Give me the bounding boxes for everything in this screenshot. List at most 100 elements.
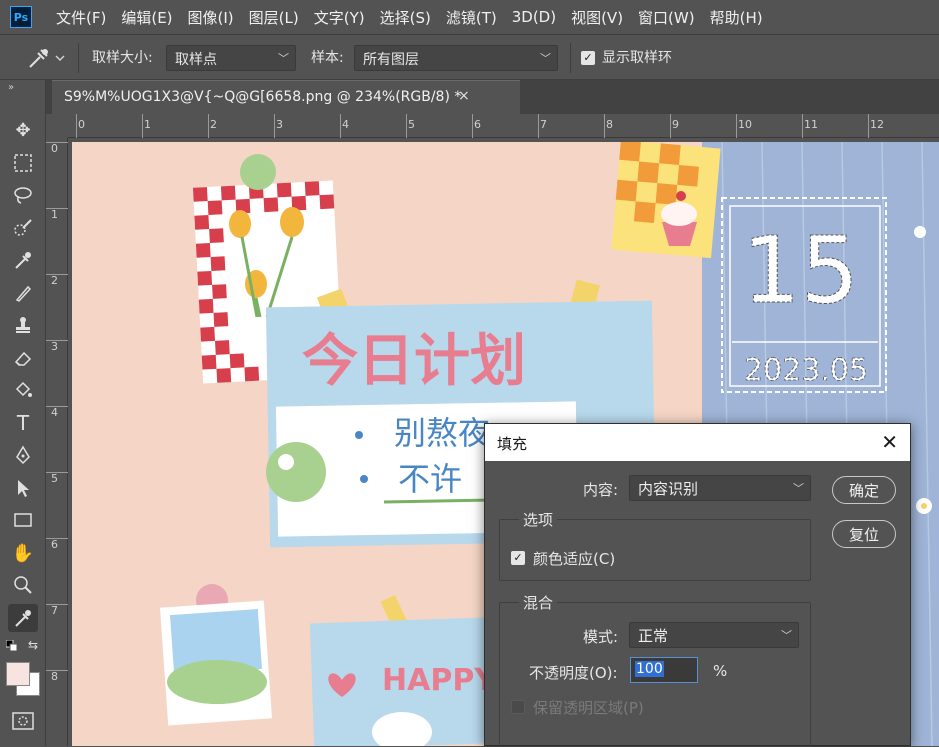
ok-button[interactable]: 确定 bbox=[832, 476, 896, 504]
ruler-label: 8 bbox=[51, 670, 58, 683]
ruler-label: 8 bbox=[606, 118, 613, 131]
ruler-label: 5 bbox=[51, 472, 58, 485]
ruler-label: 1 bbox=[51, 208, 58, 221]
quick-select-tool-icon[interactable] bbox=[8, 214, 38, 242]
path-select-tool-icon[interactable] bbox=[8, 474, 38, 502]
swap-colors-icon[interactable]: ⇆ bbox=[28, 638, 38, 652]
ruler-label: 7 bbox=[540, 118, 547, 131]
paint-bucket-tool-icon[interactable] bbox=[8, 376, 38, 404]
eyedropper-active-tool-icon[interactable] bbox=[8, 604, 38, 632]
blend-group-title: 混合 bbox=[519, 592, 558, 613]
opacity-label: 不透明度(O): bbox=[529, 664, 618, 682]
ruler-label: 11 bbox=[804, 118, 818, 131]
menu-select[interactable]: 选择(S) bbox=[380, 7, 431, 28]
content-select[interactable]: 内容识别 ﹀ bbox=[629, 475, 811, 501]
menu-3d[interactable]: 3D(D) bbox=[512, 8, 556, 26]
tools-panel: » ✥ T ✋ ⇆ bbox=[0, 80, 46, 746]
sample-size-value: 取样点 bbox=[175, 52, 217, 68]
chevron-down-icon: ﹀ bbox=[540, 52, 551, 65]
ruler-label: 12 bbox=[870, 118, 884, 131]
type-tool-icon[interactable]: T bbox=[8, 409, 38, 437]
ruler-label: 4 bbox=[51, 406, 58, 419]
foreground-color-swatch[interactable] bbox=[6, 662, 30, 686]
color-adapt-checkbox[interactable]: ✓ bbox=[511, 551, 525, 565]
ruler-label: 6 bbox=[51, 538, 58, 551]
plan-title-text: 今日计划 bbox=[302, 329, 526, 394]
ruler-label: 3 bbox=[51, 340, 58, 353]
stamp-tool-icon[interactable] bbox=[8, 311, 38, 339]
eyedropper-preset-icon[interactable] bbox=[26, 45, 66, 71]
rectangle-tool-icon[interactable] bbox=[8, 506, 38, 534]
ruler-label: 2 bbox=[51, 274, 58, 287]
quick-mask-icon[interactable] bbox=[12, 712, 34, 730]
opacity-unit: % bbox=[713, 662, 728, 680]
menu-help[interactable]: 帮助(H) bbox=[710, 7, 763, 28]
mode-select[interactable]: 正常 ﹀ bbox=[629, 622, 799, 648]
opacity-input[interactable]: 100 bbox=[630, 657, 698, 683]
ruler-corner[interactable] bbox=[46, 114, 68, 138]
zoom-tool-icon[interactable] bbox=[8, 571, 38, 599]
mode-label: 模式: bbox=[583, 628, 619, 646]
preserve-transparency-checkbox[interactable] bbox=[511, 700, 525, 714]
ruler-label: 7 bbox=[51, 604, 58, 617]
plan-line2-text: 不许 bbox=[398, 460, 462, 498]
chevron-down-icon: ﹀ bbox=[793, 482, 804, 495]
menu-view[interactable]: 视图(V) bbox=[571, 7, 623, 28]
brush-tool-icon[interactable] bbox=[8, 279, 38, 307]
menu-bar: Ps 文件(F) 编辑(E) 图像(I) 图层(L) 文字(Y) 选择(S) 滤… bbox=[0, 0, 939, 34]
close-icon[interactable]: ✕ bbox=[881, 430, 898, 454]
reset-button[interactable]: 复位 bbox=[832, 520, 896, 548]
horizontal-ruler[interactable]: 0 1 2 3 4 5 6 7 8 9 10 11 12 bbox=[68, 114, 939, 138]
show-ring-checkbox[interactable]: ✓ bbox=[581, 51, 595, 65]
document-tab-title: S9%M%UOG1X3@V{~Q@G[6658.png @ 234%(RGB/8… bbox=[64, 89, 462, 105]
preserve-transparency-label: 保留透明区域(P) bbox=[533, 699, 644, 717]
menu-image[interactable]: 图像(I) bbox=[188, 7, 234, 28]
close-icon[interactable]: × bbox=[458, 88, 470, 104]
sample-label: 样本: bbox=[311, 50, 344, 66]
ruler-label: 10 bbox=[738, 118, 752, 131]
opacity-value: 100 bbox=[635, 661, 664, 677]
show-ring-label: 显示取样环 bbox=[602, 50, 672, 66]
menu-type[interactable]: 文字(Y) bbox=[314, 7, 365, 28]
vertical-ruler[interactable]: 0 1 2 3 4 5 6 7 8 bbox=[46, 138, 68, 746]
ruler-label: 0 bbox=[78, 118, 85, 131]
menu-layer[interactable]: 图层(L) bbox=[249, 7, 299, 28]
move-tool-icon[interactable]: ✥ bbox=[8, 116, 38, 144]
marquee-tool-icon[interactable] bbox=[8, 149, 38, 177]
ruler-label: 3 bbox=[276, 118, 283, 131]
pen-tool-icon[interactable] bbox=[8, 441, 38, 469]
ruler-label: 5 bbox=[408, 118, 415, 131]
dialog-title: 填充 bbox=[497, 435, 528, 453]
ruler-label: 9 bbox=[672, 118, 679, 131]
menu-edit[interactable]: 编辑(E) bbox=[121, 7, 172, 28]
photoshop-logo: Ps bbox=[10, 6, 32, 28]
hand-tool-icon[interactable]: ✋ bbox=[8, 539, 38, 567]
menu-filter[interactable]: 滤镜(T) bbox=[446, 7, 497, 28]
content-label: 内容: bbox=[583, 481, 619, 499]
menu-file[interactable]: 文件(F) bbox=[56, 7, 106, 28]
fill-dialog: 填充 ✕ 内容: 内容识别 ﹀ 确定 复位 选项 ✓ 颜色适应(C) 混合 模式… bbox=[484, 423, 911, 747]
collapse-icon[interactable]: » bbox=[8, 82, 14, 93]
date-ym-text: 2023.05 bbox=[744, 353, 868, 388]
dialog-titlebar[interactable]: 填充 ✕ bbox=[485, 424, 910, 461]
ruler-label: 0 bbox=[51, 142, 58, 155]
content-value: 内容识别 bbox=[638, 480, 699, 498]
options-divider bbox=[78, 43, 79, 73]
plan-line1-text: 别熬夜 bbox=[394, 414, 490, 452]
menu-window[interactable]: 窗口(W) bbox=[638, 7, 695, 28]
lasso-tool-icon[interactable] bbox=[8, 181, 38, 209]
ruler-label: 1 bbox=[144, 118, 151, 131]
sample-size-label: 取样大小: bbox=[92, 50, 153, 66]
chevron-down-icon: ﹀ bbox=[781, 629, 792, 642]
happy-text: HAPPY bbox=[382, 663, 497, 698]
eyedropper-tool-icon[interactable] bbox=[8, 246, 38, 274]
default-colors-icon[interactable] bbox=[5, 639, 18, 652]
date-number-text: 15 bbox=[742, 217, 859, 324]
mode-value: 正常 bbox=[638, 627, 669, 645]
sample-size-select[interactable]: 取样点 ﹀ bbox=[166, 45, 296, 71]
color-adapt-label: 颜色适应(C) bbox=[533, 550, 616, 568]
document-tab[interactable]: S9%M%UOG1X3@V{~Q@G[6658.png @ 234%(RGB/8… bbox=[52, 80, 520, 114]
ruler-label: 6 bbox=[474, 118, 481, 131]
sample-select[interactable]: 所有图层 ﹀ bbox=[354, 45, 558, 71]
eraser-tool-icon[interactable] bbox=[8, 344, 38, 372]
